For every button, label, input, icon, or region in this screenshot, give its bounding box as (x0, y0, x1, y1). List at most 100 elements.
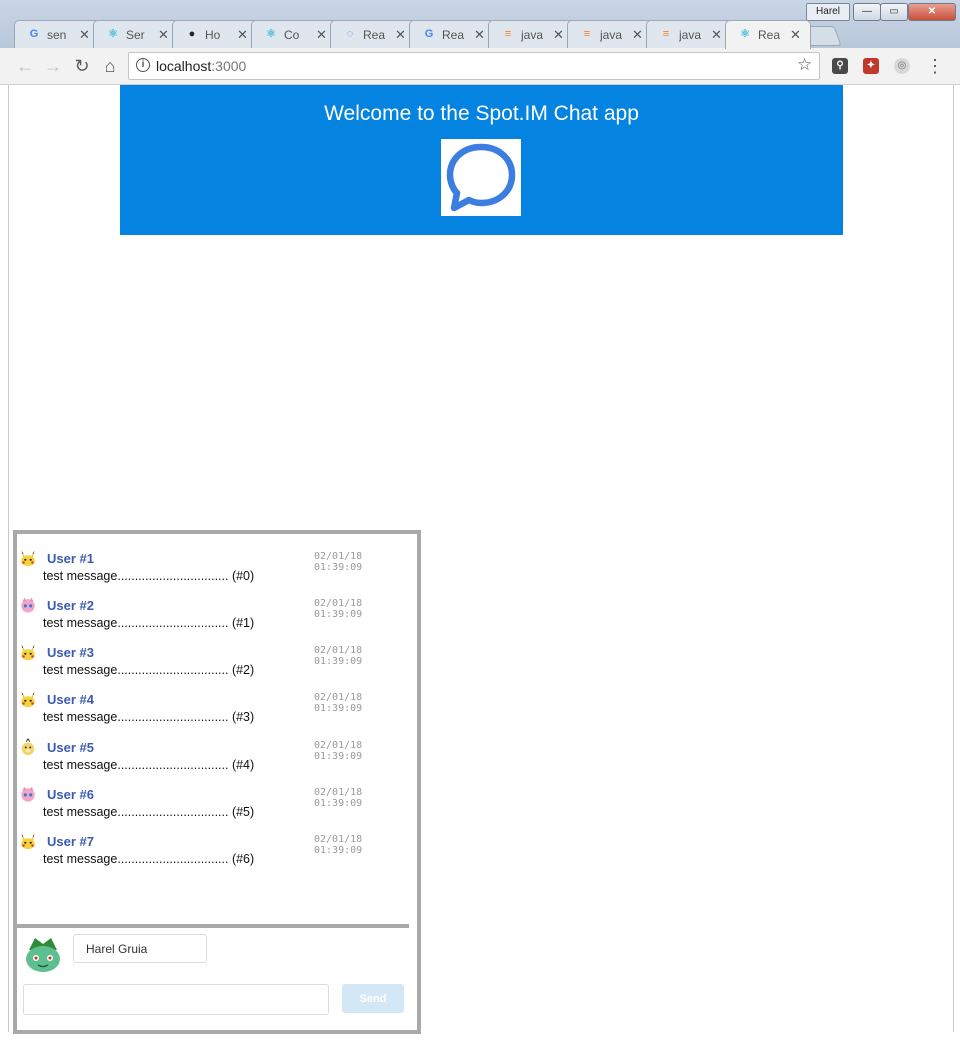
stackoverflow-icon: ≡ (662, 28, 670, 40)
psyduck-icon (21, 738, 35, 756)
browser-tab[interactable]: ≡ java ✕ (567, 20, 653, 48)
message-username[interactable]: User #1 (47, 551, 94, 566)
message-username[interactable]: User #4 (47, 692, 94, 707)
message-timestamp: 02/01/18 01:39:09 (314, 834, 363, 856)
pikachu-icon (21, 833, 35, 850)
url-port: :3000 (211, 58, 247, 74)
tab-close-icon[interactable]: ✕ (79, 27, 90, 43)
tab-close-icon[interactable]: ✕ (316, 27, 327, 43)
bookmark-star-icon[interactable]: ☆ (797, 55, 812, 75)
pikachu-icon (21, 644, 35, 661)
message-item: User #3 02/01/18 01:39:09 test message....… (17, 636, 409, 680)
message-item: User #5 02/01/18 01:39:09 test message....… (17, 731, 409, 775)
message-list[interactable]: User #1 02/01/18 01:39:09 test message....… (17, 534, 409, 924)
message-username[interactable]: User #5 (47, 740, 94, 755)
message-timestamp: 02/01/18 01:39:09 (314, 598, 363, 620)
message-username[interactable]: User #7 (47, 834, 94, 849)
message-username[interactable]: User #3 (47, 645, 94, 660)
tab-label: Ser (126, 28, 145, 42)
tab-close-icon[interactable]: ✕ (790, 27, 801, 43)
message-text: test message............................… (43, 616, 255, 630)
extension-icon[interactable]: ✦ (863, 58, 879, 74)
back-button[interactable]: ← (14, 55, 36, 77)
browser-tab[interactable]: ⚛ Ser ✕ (93, 20, 179, 48)
page-viewport: Welcome to the Spot.IM Chat app User #1 0… (8, 85, 954, 1034)
browser-tab[interactable]: G Rea ✕ (409, 20, 495, 48)
message-timestamp: 02/01/18 01:39:09 (314, 645, 363, 667)
browser-tab[interactable]: ◌ Rea ✕ (330, 20, 416, 48)
tab-label: java (521, 28, 544, 42)
tab-close-icon[interactable]: ✕ (632, 27, 643, 43)
minimize-button[interactable]: — (853, 3, 881, 21)
home-button[interactable]: ⌂ (99, 55, 121, 77)
message-text: test message............................… (43, 663, 255, 677)
chat-logo-icon (441, 139, 521, 216)
google-icon: G (424, 28, 434, 40)
username-field[interactable]: Harel Gruia (73, 934, 207, 963)
tab-close-icon[interactable]: ✕ (395, 27, 406, 43)
react-icon: ⚛ (740, 28, 750, 40)
tab-label: Rea (363, 28, 386, 42)
url-host: localhost (156, 58, 212, 74)
message-timestamp: 02/01/18 01:39:09 (314, 551, 363, 573)
tab-close-icon[interactable]: ✕ (474, 27, 485, 43)
message-username[interactable]: User #2 (47, 598, 94, 613)
url-text[interactable]: localhost:3000 (156, 58, 246, 74)
tab-label: java (679, 28, 702, 42)
browser-tab[interactable]: Gsen ✕ (14, 20, 100, 48)
chat-box: User #1 02/01/18 01:39:09 test message....… (13, 530, 421, 1034)
extension-icon[interactable]: ◎ (894, 58, 910, 74)
chat-bubble-icon (446, 143, 516, 212)
tab-close-icon[interactable]: ✕ (711, 27, 722, 43)
reload-button[interactable]: ↻ (71, 55, 93, 77)
tab-label: sen (47, 28, 67, 42)
react-icon: ⚛ (108, 28, 118, 40)
message-text: test message............................… (43, 710, 255, 724)
stackoverflow-icon: ≡ (504, 28, 512, 40)
message-item: User #7 02/01/18 01:39:09 test message....… (17, 825, 409, 869)
tab-close-icon[interactable]: ✕ (158, 27, 169, 43)
react-icon: ⚛ (266, 28, 276, 40)
message-item: User #2 02/01/18 01:39:09 test message....… (17, 589, 409, 633)
pikachu-icon (21, 550, 35, 567)
app-header: Welcome to the Spot.IM Chat app (120, 85, 843, 235)
message-composer: Harel Gruia Send (17, 928, 409, 1022)
close-window-button[interactable]: ✕ (908, 3, 956, 21)
browser-tab[interactable]: ≡ java ✕ (646, 20, 732, 48)
message-text: test message............................… (43, 852, 255, 866)
tab-label: Rea (758, 28, 781, 42)
browser-tab[interactable]: ● Ho ✕ (172, 20, 258, 48)
message-input[interactable] (23, 984, 329, 1015)
browser-tab[interactable]: ⚛ Co ✕ (251, 20, 337, 48)
maximize-button[interactable]: ▭ (880, 3, 908, 21)
send-button[interactable]: Send (342, 984, 404, 1013)
message-item: User #6 02/01/18 01:39:09 test message....… (17, 778, 409, 822)
message-timestamp: 02/01/18 01:39:09 (314, 692, 363, 714)
google-icon: G (29, 28, 39, 40)
jigglypuff-icon (21, 786, 35, 802)
message-username[interactable]: User #6 (47, 787, 94, 802)
message-text: test message............................… (43, 805, 255, 819)
browser-menu-icon[interactable]: ⋮ (926, 55, 944, 77)
tab-strip: Gsen ✕ ⚛ Ser ✕ ● Ho ✕ ⚛ Co ✕ ◌ Rea ✕ G Rea ✕ ≡ java ✕ ≡ java ✕… (14, 20, 844, 49)
message-item: User #4 02/01/18 01:39:09 test message....… (17, 683, 409, 727)
browser-tab[interactable]: ≡ java ✕ (488, 20, 574, 48)
message-timestamp: 02/01/18 01:39:09 (314, 740, 363, 762)
jigglypuff-icon (21, 597, 35, 613)
extension-icon[interactable]: ⚲ (832, 58, 848, 74)
pikachu-icon (21, 691, 35, 708)
tab-close-icon[interactable]: ✕ (553, 27, 564, 43)
tab-label: Ho (205, 28, 221, 42)
profile-button[interactable]: Harel (806, 3, 850, 21)
loading-icon: ◌ (346, 28, 354, 40)
tab-close-icon[interactable]: ✕ (237, 27, 248, 43)
message-text: test message............................… (43, 758, 255, 772)
forward-button[interactable]: → (42, 55, 64, 77)
window-titlebar: Harel — ▭ ✕ Gsen ✕ ⚛ Ser ✕ ● Ho ✕ ⚛ Co ✕ ◌ Rea ✕ G Rea ✕… (0, 0, 960, 49)
info-icon[interactable]: i (136, 58, 150, 72)
address-bar[interactable]: i localhost:3000 ☆ (128, 52, 820, 80)
message-item: User #1 02/01/18 01:39:09 test message....… (17, 542, 409, 586)
bulbasaur-avatar-icon[interactable] (23, 934, 63, 974)
tab-label: Co (284, 28, 300, 42)
browser-tab[interactable]: ⚛ Rea ✕ (725, 20, 811, 49)
